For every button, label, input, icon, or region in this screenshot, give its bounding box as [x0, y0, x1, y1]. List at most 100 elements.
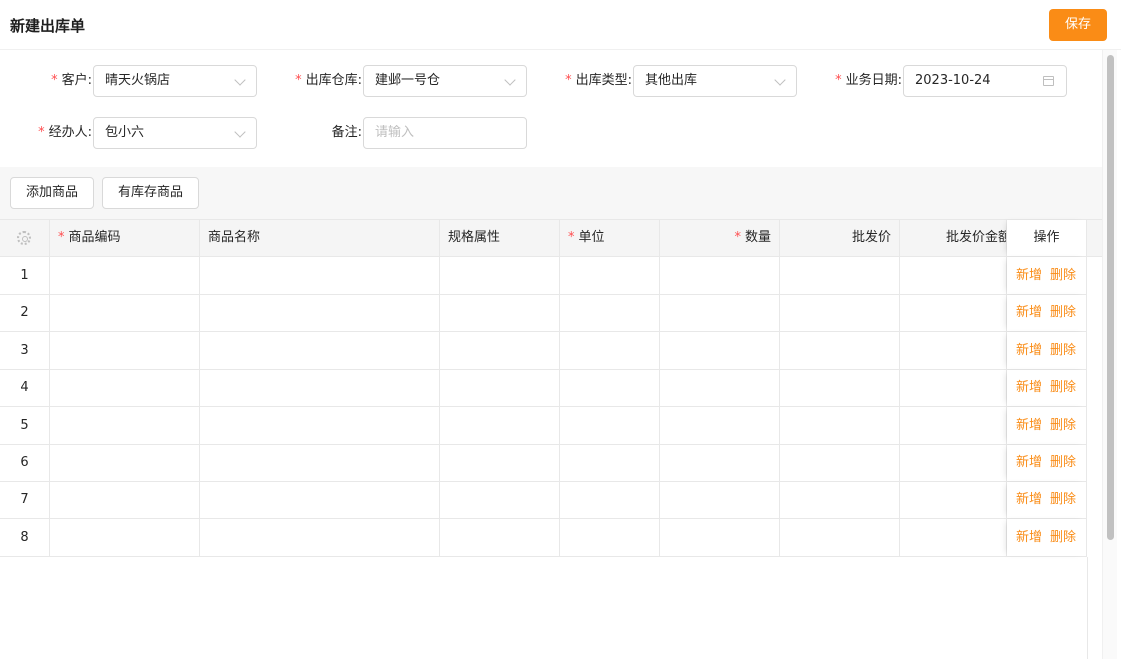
- table-cell[interactable]: [440, 519, 560, 556]
- table-cell[interactable]: [200, 295, 440, 331]
- table-cell[interactable]: [780, 445, 900, 481]
- table-cell[interactable]: [900, 295, 1007, 331]
- table-cell[interactable]: [50, 482, 200, 518]
- table-cell[interactable]: [660, 370, 780, 406]
- table-row: 2 新增 删除: [0, 295, 1087, 332]
- table-cell[interactable]: [660, 482, 780, 518]
- table-cell[interactable]: [560, 407, 660, 444]
- table-cell[interactable]: [440, 482, 560, 518]
- delete-row-link[interactable]: 删除: [1050, 445, 1076, 481]
- table-cell[interactable]: [900, 482, 1007, 518]
- table-cell[interactable]: [440, 332, 560, 369]
- table-cell[interactable]: [660, 332, 780, 369]
- table-cell[interactable]: [560, 519, 660, 556]
- table-cell[interactable]: [50, 407, 200, 444]
- row-index: 2: [0, 295, 50, 331]
- calendar-icon: [1043, 76, 1054, 86]
- add-row-link[interactable]: 新增: [1016, 257, 1042, 294]
- page-header: 新建出库单 保存: [0, 0, 1121, 50]
- scrollbar[interactable]: [1102, 50, 1117, 659]
- column-settings[interactable]: [0, 220, 50, 256]
- table-cell[interactable]: [560, 295, 660, 331]
- table-row: 8 新增 删除: [0, 519, 1087, 557]
- table-cell[interactable]: [900, 407, 1007, 444]
- handler-select[interactable]: 包小六: [93, 117, 257, 149]
- table-cell[interactable]: [200, 332, 440, 369]
- table-cell[interactable]: [200, 407, 440, 444]
- table-row: 5 新增 删除: [0, 407, 1087, 445]
- table-cell[interactable]: [560, 257, 660, 294]
- row-index: 5: [0, 407, 50, 444]
- stock-goods-button[interactable]: 有库存商品: [102, 177, 199, 209]
- customer-select[interactable]: 晴天火锅店: [93, 65, 257, 97]
- col-price: 批发价: [780, 220, 900, 256]
- table-cell[interactable]: [900, 332, 1007, 369]
- table-cell[interactable]: [50, 257, 200, 294]
- table-cell[interactable]: [660, 519, 780, 556]
- add-row-link[interactable]: 新增: [1016, 407, 1042, 444]
- table-cell[interactable]: [440, 445, 560, 481]
- table-cell[interactable]: [780, 257, 900, 294]
- table-cell[interactable]: [780, 482, 900, 518]
- delete-row-link[interactable]: 删除: [1050, 482, 1076, 518]
- remark-field[interactable]: [363, 117, 527, 149]
- out-type-select[interactable]: 其他出库: [633, 65, 797, 97]
- delete-row-link[interactable]: 删除: [1050, 407, 1076, 444]
- table-cell[interactable]: [440, 370, 560, 406]
- table-cell[interactable]: [780, 370, 900, 406]
- table-cell[interactable]: [660, 445, 780, 481]
- add-row-link[interactable]: 新增: [1016, 445, 1042, 481]
- table-cell[interactable]: [900, 370, 1007, 406]
- save-button[interactable]: 保存: [1049, 9, 1107, 41]
- remark-label: 备注:: [331, 125, 362, 140]
- add-row-link[interactable]: 新增: [1016, 519, 1042, 556]
- table-cell[interactable]: [200, 370, 440, 406]
- table-cell[interactable]: [200, 519, 440, 556]
- add-row-link[interactable]: 新增: [1016, 370, 1042, 406]
- table-cell[interactable]: [50, 295, 200, 331]
- delete-row-link[interactable]: 删除: [1050, 295, 1076, 331]
- delete-row-link[interactable]: 删除: [1050, 519, 1076, 556]
- remark-input[interactable]: [375, 125, 515, 140]
- add-row-link[interactable]: 新增: [1016, 332, 1042, 369]
- add-row-link[interactable]: 新增: [1016, 295, 1042, 331]
- table-cell[interactable]: [900, 519, 1007, 556]
- delete-row-link[interactable]: 删除: [1050, 332, 1076, 369]
- table-cell[interactable]: [200, 257, 440, 294]
- biz-date-picker[interactable]: 2023-10-24: [903, 65, 1067, 97]
- table-cell[interactable]: [50, 445, 200, 481]
- table-cell[interactable]: [560, 445, 660, 481]
- table-cell[interactable]: [440, 407, 560, 444]
- table-cell[interactable]: [780, 407, 900, 444]
- table-row: 1 新增 删除: [0, 257, 1087, 295]
- add-row-link[interactable]: 新增: [1016, 482, 1042, 518]
- page-title: 新建出库单: [10, 17, 86, 35]
- warehouse-select[interactable]: 建邺一号仓: [363, 65, 527, 97]
- table-cell[interactable]: [50, 370, 200, 406]
- table-cell[interactable]: [560, 482, 660, 518]
- add-goods-button[interactable]: 添加商品: [10, 177, 94, 209]
- scrollbar-thumb[interactable]: [1107, 55, 1114, 540]
- table-cell[interactable]: [660, 295, 780, 331]
- table-cell[interactable]: [900, 445, 1007, 481]
- table-cell[interactable]: [660, 257, 780, 294]
- table-cell[interactable]: [50, 332, 200, 369]
- table-cell[interactable]: [560, 370, 660, 406]
- goods-toolbar: 添加商品 有库存商品: [0, 167, 1102, 219]
- table-cell[interactable]: [780, 519, 900, 556]
- table-cell[interactable]: [50, 519, 200, 556]
- table-cell[interactable]: [660, 407, 780, 444]
- table-cell[interactable]: [560, 332, 660, 369]
- biz-date-label: * 业务日期:: [835, 73, 902, 88]
- table-cell[interactable]: [440, 295, 560, 331]
- table-cell[interactable]: [900, 257, 1007, 294]
- delete-row-link[interactable]: 删除: [1050, 257, 1076, 294]
- table-cell[interactable]: [780, 295, 900, 331]
- delete-row-link[interactable]: 删除: [1050, 370, 1076, 406]
- row-index: 3: [0, 332, 50, 369]
- table-cell[interactable]: [200, 482, 440, 518]
- table-cell[interactable]: [200, 445, 440, 481]
- table-cell[interactable]: [780, 332, 900, 369]
- row-actions: 新增 删除: [1007, 370, 1087, 406]
- table-cell[interactable]: [440, 257, 560, 294]
